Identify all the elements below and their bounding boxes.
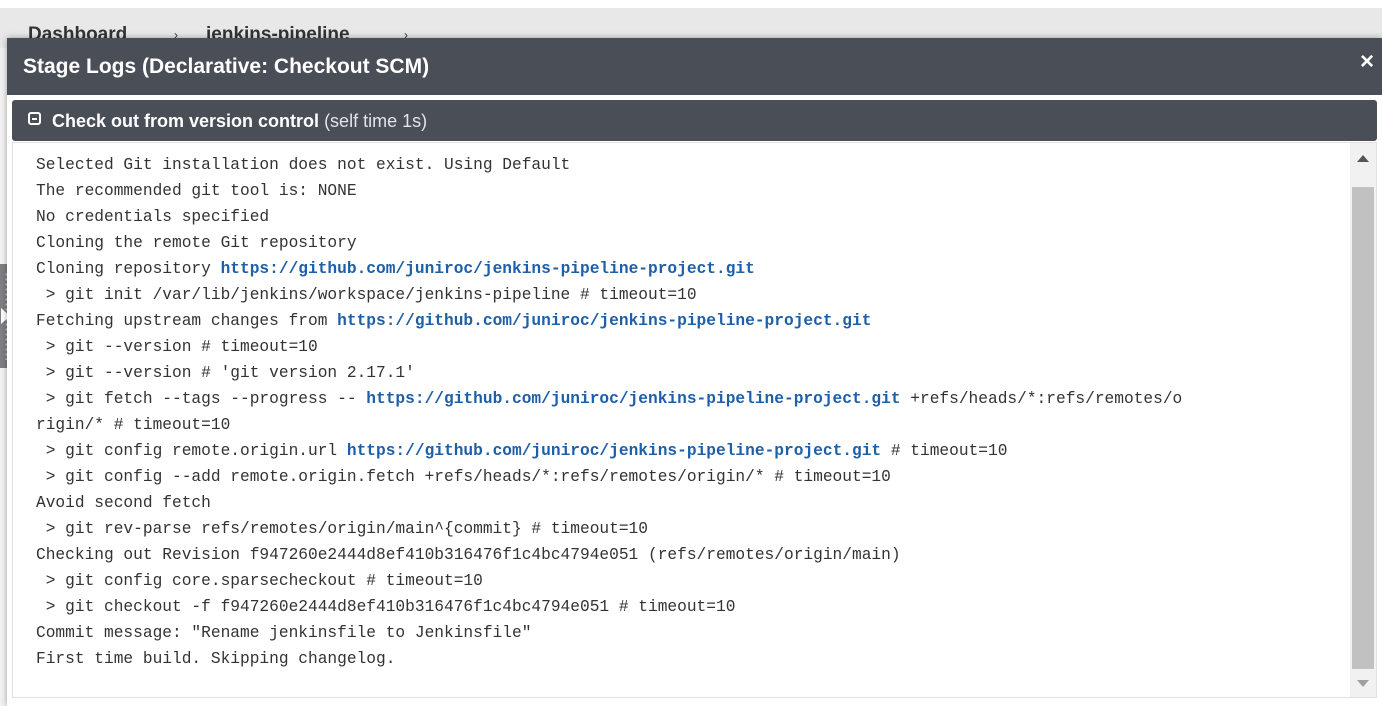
step-header[interactable]: Check out from version control (self tim… bbox=[12, 100, 1377, 141]
log-line: > git checkout -f f947260e2444d8ef410b31… bbox=[36, 594, 1326, 620]
repository-link[interactable]: https://github.com/juniroc/jenkins-pipel… bbox=[337, 312, 871, 330]
log-line-text: > git config --add remote.origin.fetch +… bbox=[36, 468, 891, 486]
dialog-title: Stage Logs (Declarative: Checkout SCM) bbox=[23, 55, 430, 78]
log-line-text: +refs/heads/*:refs/remotes/o bbox=[900, 390, 1183, 408]
log-line-text: Fetching upstream changes from bbox=[36, 312, 338, 330]
log-line: > git --version # 'git version 2.17.1' bbox=[36, 360, 1326, 386]
log-line: The recommended git tool is: NONE bbox=[36, 178, 1326, 204]
dialog-header: Stage Logs (Declarative: Checkout SCM) × bbox=[7, 38, 1382, 95]
log-line: > git fetch --tags --progress -- https:/… bbox=[36, 386, 1326, 412]
log-line-text: No credentials specified bbox=[36, 208, 270, 226]
log-line-text: Cloning the remote Git repository bbox=[36, 234, 357, 252]
repository-link[interactable]: https://github.com/juniroc/jenkins-pipel… bbox=[221, 260, 755, 278]
step-name: Check out from version control bbox=[52, 111, 320, 131]
log-line: > git init /var/lib/jenkins/workspace/je… bbox=[36, 282, 1326, 308]
scroll-down-arrow-icon[interactable] bbox=[1357, 680, 1369, 687]
log-line-text: > git fetch --tags --progress -- bbox=[36, 390, 367, 408]
log-line: Avoid second fetch bbox=[36, 490, 1326, 516]
log-line-text: Commit message: "Rename jenkinsfile to J… bbox=[36, 624, 532, 642]
vertical-scrollbar[interactable] bbox=[1350, 143, 1376, 697]
log-line-text: Cloning repository bbox=[36, 260, 221, 278]
log-line: > git --version # timeout=10 bbox=[36, 334, 1326, 360]
log-line-text: Avoid second fetch bbox=[36, 494, 211, 512]
log-line: > git config remote.origin.url https://g… bbox=[36, 438, 1326, 464]
log-line: > git config --add remote.origin.fetch +… bbox=[36, 464, 1326, 490]
step-self-time: (self time 1s) bbox=[324, 111, 428, 131]
repository-link[interactable]: https://github.com/juniroc/jenkins-pipel… bbox=[347, 442, 881, 460]
log-line: > git rev-parse refs/remotes/origin/main… bbox=[36, 516, 1326, 542]
log-line-text: The recommended git tool is: NONE bbox=[36, 182, 357, 200]
log-line-text: > git config remote.origin.url bbox=[36, 442, 347, 460]
log-line-text: rigin/* # timeout=10 bbox=[36, 416, 231, 434]
log-line-text: > git config core.sparsecheckout # timeo… bbox=[36, 572, 483, 590]
log-line: > git config core.sparsecheckout # timeo… bbox=[36, 568, 1326, 594]
log-line: Cloning repository https://github.com/ju… bbox=[36, 256, 1326, 282]
log-line: Cloning the remote Git repository bbox=[36, 230, 1326, 256]
repository-link[interactable]: https://github.com/juniroc/jenkins-pipel… bbox=[366, 390, 900, 408]
log-line-text: First time build. Skipping changelog. bbox=[36, 650, 396, 668]
scroll-up-arrow-icon[interactable] bbox=[1357, 155, 1369, 162]
log-line: Fetching upstream changes from https://g… bbox=[36, 308, 1326, 334]
log-line: Selected Git installation does not exist… bbox=[36, 152, 1326, 178]
log-output: Selected Git installation does not exist… bbox=[12, 142, 1377, 698]
log-line: Commit message: "Rename jenkinsfile to J… bbox=[36, 620, 1326, 646]
log-line: Checking out Revision f947260e2444d8ef41… bbox=[36, 542, 1326, 568]
step-title: Check out from version control (self tim… bbox=[52, 111, 427, 132]
log-line-text: Checking out Revision f947260e2444d8ef41… bbox=[36, 546, 901, 564]
log-text: Selected Git installation does not exist… bbox=[36, 152, 1326, 672]
log-line-text: > git --version # timeout=10 bbox=[36, 338, 318, 356]
log-line: No credentials specified bbox=[36, 204, 1326, 230]
stage-logs-dialog: Stage Logs (Declarative: Checkout SCM) ×… bbox=[7, 38, 1382, 706]
log-line-text: > git rev-parse refs/remotes/origin/main… bbox=[36, 520, 648, 538]
log-line: First time build. Skipping changelog. bbox=[36, 646, 1326, 672]
log-line-text: # timeout=10 bbox=[881, 442, 1008, 460]
log-line-text: > git init /var/lib/jenkins/workspace/je… bbox=[36, 286, 697, 304]
log-line: rigin/* # timeout=10 bbox=[36, 412, 1326, 438]
collapse-icon[interactable] bbox=[28, 112, 41, 125]
close-icon[interactable]: × bbox=[1360, 50, 1374, 74]
scrollbar-thumb[interactable] bbox=[1352, 187, 1374, 669]
log-line-text: > git checkout -f f947260e2444d8ef410b31… bbox=[36, 598, 736, 616]
log-line-text: > git --version # 'git version 2.17.1' bbox=[36, 364, 415, 382]
log-line-text: Selected Git installation does not exist… bbox=[36, 156, 571, 174]
